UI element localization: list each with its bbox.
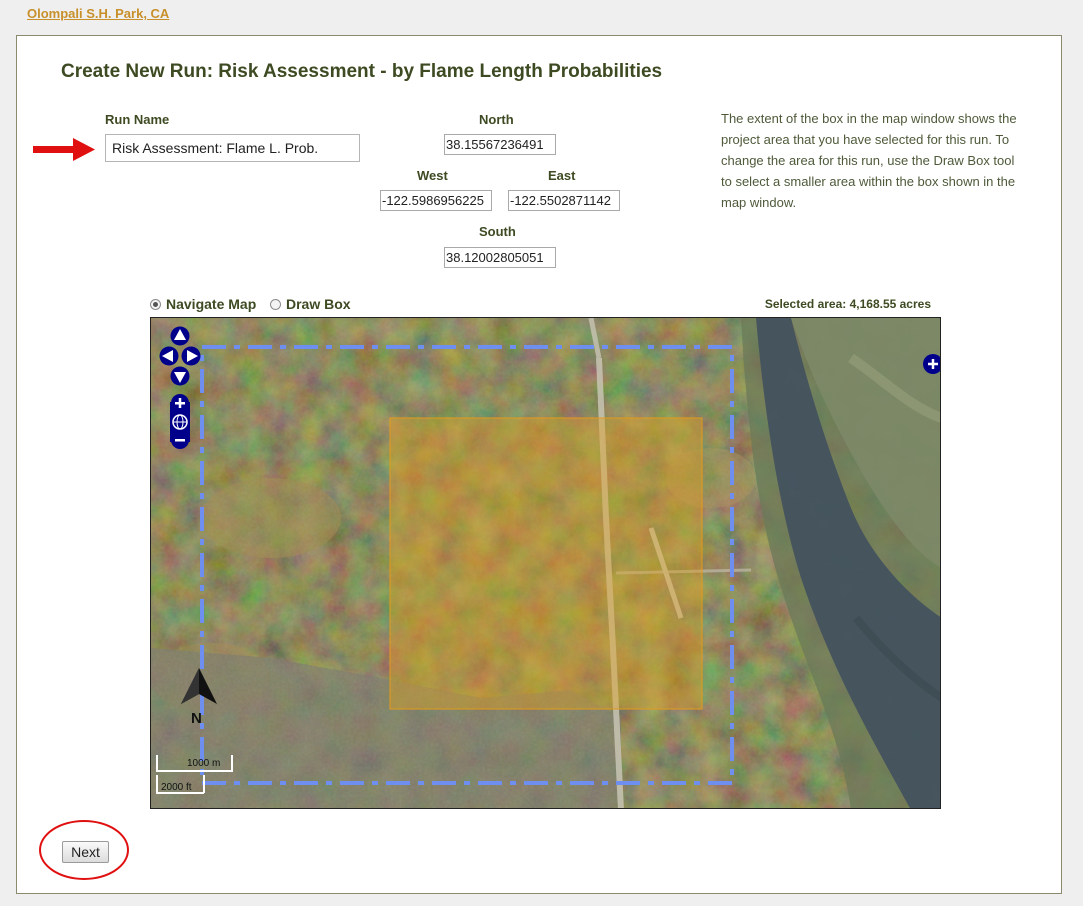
park-link[interactable]: Olompali S.H. Park, CA: [27, 6, 169, 21]
north-input[interactable]: [444, 134, 556, 155]
navigate-map-radio[interactable]: [150, 298, 161, 310]
south-label: South: [479, 224, 516, 239]
map-viewport[interactable]: N 1000 m 2000 ft: [150, 317, 941, 809]
selected-area-text: Selected area: 4,168.55 acres: [764, 297, 931, 311]
run-name-label: Run Name: [105, 112, 170, 127]
run-name-input[interactable]: [105, 134, 360, 162]
draw-box-radio[interactable]: [270, 298, 281, 310]
satellite-imagery: [151, 318, 940, 808]
pan-controls[interactable]: [159, 326, 201, 386]
navigate-map-option[interactable]: Navigate Map: [150, 296, 256, 312]
zoom-controls[interactable]: [170, 394, 190, 450]
north-arrow-icon: [181, 668, 217, 704]
scale-metric-label: 1000 m: [187, 758, 221, 769]
west-label: West: [417, 168, 448, 183]
east-label: East: [548, 168, 576, 183]
zoom-in-icon[interactable]: [171, 394, 189, 412]
zoom-out-icon[interactable]: [171, 431, 189, 449]
navigate-map-label: Navigate Map: [166, 296, 257, 312]
annotation-arrow-icon: [33, 138, 95, 161]
west-input[interactable]: [380, 190, 492, 211]
north-label: North: [479, 112, 514, 127]
scale-imperial-label: 2000 ft: [161, 782, 192, 793]
south-input[interactable]: [444, 247, 556, 268]
next-button[interactable]: Next: [62, 841, 109, 863]
page-title: Create New Run: Risk Assessment - by Fla…: [61, 61, 663, 82]
north-label: N: [191, 710, 202, 727]
pan-left-icon[interactable]: [159, 346, 179, 366]
east-input[interactable]: [508, 190, 620, 211]
pan-down-icon[interactable]: [170, 366, 190, 386]
create-run-panel: Create New Run: Risk Assessment - by Fla…: [16, 35, 1062, 894]
layer-switcher-icon[interactable]: [922, 354, 941, 374]
draw-box-option[interactable]: Draw Box: [270, 296, 351, 312]
pan-up-icon[interactable]: [170, 326, 190, 346]
help-text: The extent of the box in the map window …: [721, 111, 1017, 210]
pan-right-icon[interactable]: [181, 346, 201, 366]
draw-box-label: Draw Box: [286, 296, 351, 312]
